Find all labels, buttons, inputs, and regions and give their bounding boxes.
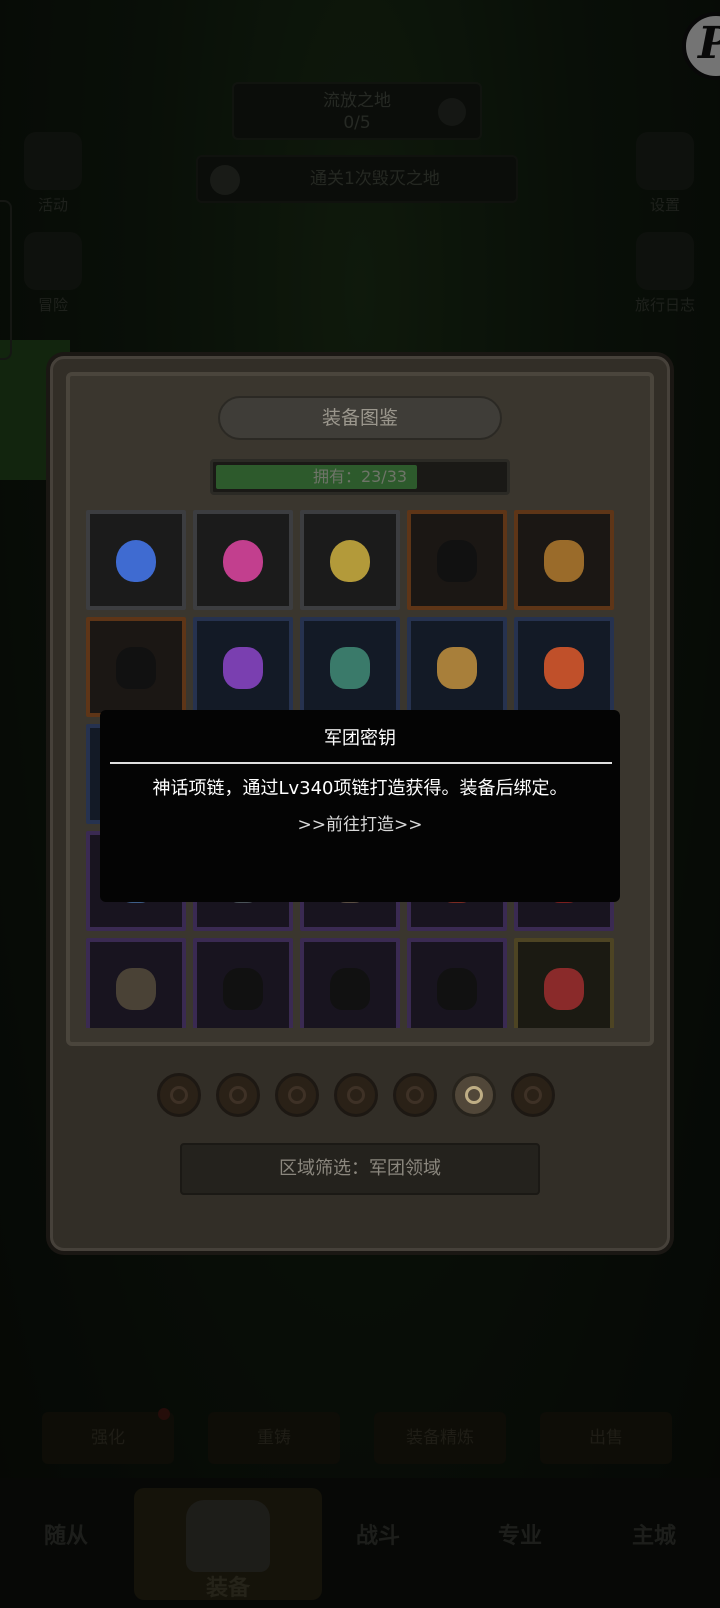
equipment-slot[interactable] <box>86 510 186 610</box>
ruby-locket-icon <box>544 647 584 689</box>
equipment-slot[interactable] <box>407 617 507 717</box>
locked-silhouette-icon <box>223 968 263 1010</box>
equipment-slot[interactable] <box>300 617 400 717</box>
category-glyph <box>406 1086 424 1104</box>
owned-progress-label: 拥有：23/33 <box>312 467 408 486</box>
pink-egg-necklace-icon <box>223 540 263 582</box>
tooltip-divider <box>110 762 612 764</box>
compass-amulet-icon <box>116 968 156 1010</box>
equipment-slot[interactable] <box>86 617 186 717</box>
gloves-category-icon[interactable] <box>334 1073 378 1117</box>
tooltip-title: 军团密钥 <box>324 728 396 749</box>
category-glyph <box>347 1086 365 1104</box>
tooltip-description: 神话项链，通过Lv340项链打造获得。装备后绑定。 <box>152 778 568 799</box>
blue-egg-necklace-icon <box>116 540 156 582</box>
winged-amulet-icon <box>544 540 584 582</box>
helmet-category-icon[interactable] <box>157 1073 201 1117</box>
equipment-slot[interactable] <box>407 510 507 610</box>
category-glyph <box>524 1086 542 1104</box>
horned-amulet-icon <box>437 647 477 689</box>
equipment-slot[interactable] <box>193 938 293 1028</box>
locked-silhouette-icon <box>116 647 156 689</box>
category-glyph <box>170 1086 188 1104</box>
equipment-slot[interactable] <box>514 510 614 610</box>
equipment-slot[interactable] <box>193 617 293 717</box>
category-glyph <box>465 1086 483 1104</box>
equipment-slot[interactable] <box>514 617 614 717</box>
locked-silhouette-icon <box>437 968 477 1010</box>
panel-title: 装备图鉴 <box>218 396 502 440</box>
heart-amulet-icon <box>544 968 584 1010</box>
armor-category-icon[interactable] <box>275 1073 319 1117</box>
equipment-slot[interactable] <box>407 938 507 1028</box>
purple-orb-amulet-icon <box>223 647 263 689</box>
gold-egg-necklace-icon <box>330 540 370 582</box>
necklace-category-icon[interactable] <box>452 1073 496 1117</box>
spiked-ring-amulet-icon <box>330 647 370 689</box>
weapon-category-icon[interactable] <box>216 1073 260 1117</box>
category-glyph <box>288 1086 306 1104</box>
region-filter-button[interactable]: 区域筛选：军团领域 <box>180 1143 540 1195</box>
equipment-slot[interactable] <box>300 938 400 1028</box>
boots-category-icon[interactable] <box>393 1073 437 1117</box>
category-glyph <box>229 1086 247 1104</box>
ring-category-icon[interactable] <box>511 1073 555 1117</box>
locked-silhouette-icon <box>330 968 370 1010</box>
locked-silhouette-icon <box>437 540 477 582</box>
go-craft-link[interactable]: >>前往打造>> <box>100 810 620 835</box>
equipment-slot[interactable] <box>86 938 186 1028</box>
equipment-slot[interactable] <box>514 938 614 1028</box>
equipment-slot[interactable] <box>300 510 400 610</box>
equipment-slot[interactable] <box>193 510 293 610</box>
item-tooltip: 军团密钥 神话项链，通过Lv340项链打造获得。装备后绑定。 >>前往打造>> <box>100 710 620 902</box>
owned-progress-bar: 拥有：23/33 <box>210 459 510 495</box>
